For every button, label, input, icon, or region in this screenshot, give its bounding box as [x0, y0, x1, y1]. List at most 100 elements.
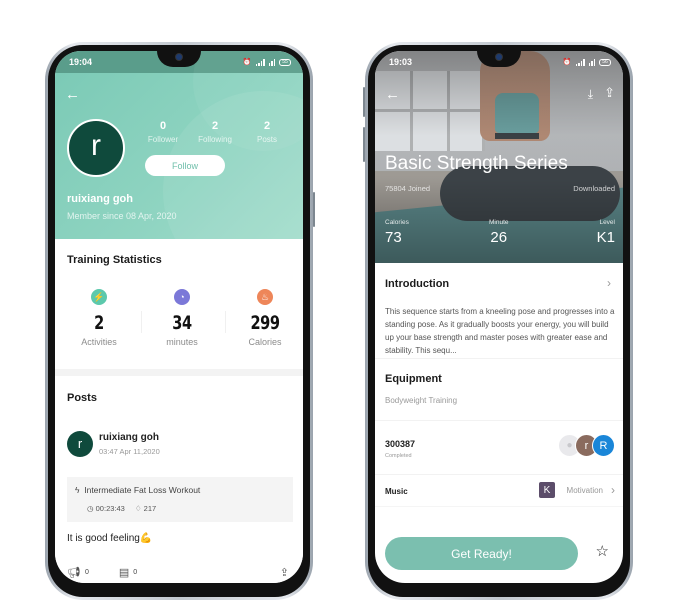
signal-icon-2 — [268, 58, 275, 66]
course-title: Basic Strength Series — [385, 153, 568, 174]
stat-value: 34 — [172, 312, 192, 334]
workout-card[interactable]: ϟ Intermediate Fat Loss Workout ◷ 00:23:… — [67, 477, 293, 522]
arrow-left-icon[interactable]: ← — [385, 87, 400, 102]
stat-value: 2 — [94, 312, 104, 334]
following-count[interactable]: 2 Following — [189, 119, 241, 144]
joined-count: 75804 Joined — [385, 184, 431, 193]
side-button — [363, 127, 365, 162]
profile-counts: 0 Follower 2 Following 2 Posts — [137, 119, 293, 144]
music-label: Music — [385, 487, 408, 496]
divider — [55, 369, 303, 376]
count-value: 0 — [159, 120, 167, 132]
section-title: Equipment — [385, 373, 442, 385]
share-icon[interactable]: ⇪ — [604, 85, 615, 101]
stat-minutes: ◔ 34 minutes — [142, 289, 222, 347]
section-title: Training Statistics — [67, 254, 162, 266]
count-value: 2 — [211, 120, 219, 132]
stat-activities: ⚡ 2 Activities — [59, 289, 139, 347]
side-button — [313, 192, 315, 227]
download-icon[interactable]: ⤓ — [588, 87, 593, 102]
section-title: Posts — [67, 392, 97, 404]
music-value: Motivation — [566, 486, 603, 495]
section-title: Introduction — [385, 278, 450, 290]
stat-value: 26 — [490, 229, 508, 246]
introduction-section[interactable]: Introduction › This sequence starts from… — [375, 263, 623, 359]
count-label: Following — [198, 135, 232, 144]
stat-label: Minute — [489, 219, 509, 226]
stat-level: Level K1 — [597, 219, 615, 246]
workout-name: Intermediate Fat Loss Workout — [84, 485, 201, 495]
comment-count: 0 — [133, 569, 138, 576]
completed-label: Completed — [385, 453, 412, 459]
share-icon[interactable]: ⇪ — [280, 566, 289, 579]
get-ready-button[interactable]: Get Ready! — [385, 537, 578, 570]
avatar: r — [67, 119, 125, 177]
avatar-stack[interactable]: ● r R — [558, 434, 615, 457]
alarm-icon: ⏰ — [242, 59, 252, 66]
side-button — [363, 87, 365, 117]
stat-calories: ♨ 299 Calories — [225, 289, 303, 347]
completed-count: 300387 — [385, 439, 416, 449]
post-actions: 📢︎ 0 ▤ 0 ⇪ — [67, 566, 293, 579]
alarm-icon: ⏰ — [562, 59, 572, 66]
battery-icon: 56 — [599, 58, 611, 66]
training-statistics: Training Statistics ⚡ 2 Activities ◔ 34 … — [55, 239, 303, 369]
downloaded-label: Downloaded — [573, 184, 615, 193]
member-since: Member since 08 Apr, 2020 — [67, 211, 177, 221]
stat-label: Level — [599, 219, 615, 226]
course-cover: 19:03 ⏰ 56 ← ⤓ ⇪ Basic Strength Series 7… — [375, 51, 623, 263]
post-text: It is good feeling💪 — [67, 533, 153, 544]
like-count: 0 — [84, 569, 89, 576]
profile-screen: 19:04 ⏰ 55 ← r 0 Follower 2 Following 2 … — [55, 51, 303, 583]
stat-label: Activities — [81, 337, 117, 347]
megaphone-icon[interactable]: 📢︎ — [67, 566, 81, 579]
count-label: Posts — [256, 135, 277, 144]
flame-icon: ♨ — [257, 289, 273, 305]
posts-section: Posts r ruixiang goh 03:47 Apr 11,2020 ϟ… — [55, 376, 303, 583]
equipment-value: Bodyweight Training — [385, 396, 458, 405]
course-screen: 19:03 ⏰ 56 ← ⤓ ⇪ Basic Strength Series 7… — [375, 51, 623, 583]
workout-calories: 217 — [143, 504, 157, 513]
follow-button[interactable]: Follow — [145, 155, 225, 176]
lightning-icon: ⚡ — [91, 289, 107, 305]
post-avatar[interactable]: r — [67, 431, 93, 457]
clock-icon: ◷ — [87, 504, 94, 513]
avatar: R — [592, 434, 615, 457]
music-row[interactable]: Music K Motivation › — [375, 475, 623, 507]
status-time: 19:03 — [389, 57, 413, 67]
music-app-icon: K — [539, 482, 555, 498]
stat-value: 73 — [385, 229, 402, 246]
chevron-right-icon[interactable]: › — [607, 276, 611, 290]
post-author[interactable]: ruixiang goh — [99, 432, 159, 443]
count-value: 2 — [263, 120, 271, 132]
stat-value: K1 — [596, 229, 615, 246]
comment-icon[interactable]: ▤ — [119, 566, 129, 579]
posts-count[interactable]: 2 Posts — [241, 119, 293, 144]
introduction-text: This sequence starts from a kneeling pos… — [385, 307, 615, 355]
course-phone: 19:03 ⏰ 56 ← ⤓ ⇪ Basic Strength Series 7… — [363, 42, 633, 600]
stat-label: Calories — [385, 219, 409, 226]
follower-count[interactable]: 0 Follower — [137, 119, 189, 144]
status-time: 19:04 — [69, 57, 93, 67]
count-label: Follower — [147, 135, 179, 144]
workout-duration: 00:23:43 — [95, 504, 125, 513]
battery-icon: 55 — [279, 58, 291, 66]
username: ruixiang goh — [67, 193, 133, 205]
star-icon[interactable]: ☆ — [596, 542, 609, 560]
profile-header: 19:04 ⏰ 55 ← r 0 Follower 2 Following 2 … — [55, 51, 303, 239]
profile-phone: 19:04 ⏰ 55 ← r 0 Follower 2 Following 2 … — [45, 42, 315, 600]
stat-label: minutes — [166, 337, 198, 347]
chevron-right-icon[interactable]: › — [611, 483, 615, 497]
completed-section[interactable]: 300387 Completed ● r R — [375, 421, 623, 475]
stat-minute: Minute 26 — [489, 219, 509, 246]
lightning-icon: ϟ — [75, 485, 80, 495]
equipment-section: Equipment Bodyweight Training — [375, 359, 623, 421]
post-time: 03:47 Apr 11,2020 — [99, 447, 160, 456]
stat-calories: Calories 73 — [385, 219, 409, 246]
signal-icon — [255, 58, 265, 66]
arrow-left-icon[interactable]: ← — [65, 87, 80, 102]
signal-icon — [575, 58, 585, 66]
signal-icon-2 — [588, 58, 595, 66]
flame-icon: ♢ — [134, 504, 142, 513]
timer-icon: ◔ — [174, 289, 190, 305]
